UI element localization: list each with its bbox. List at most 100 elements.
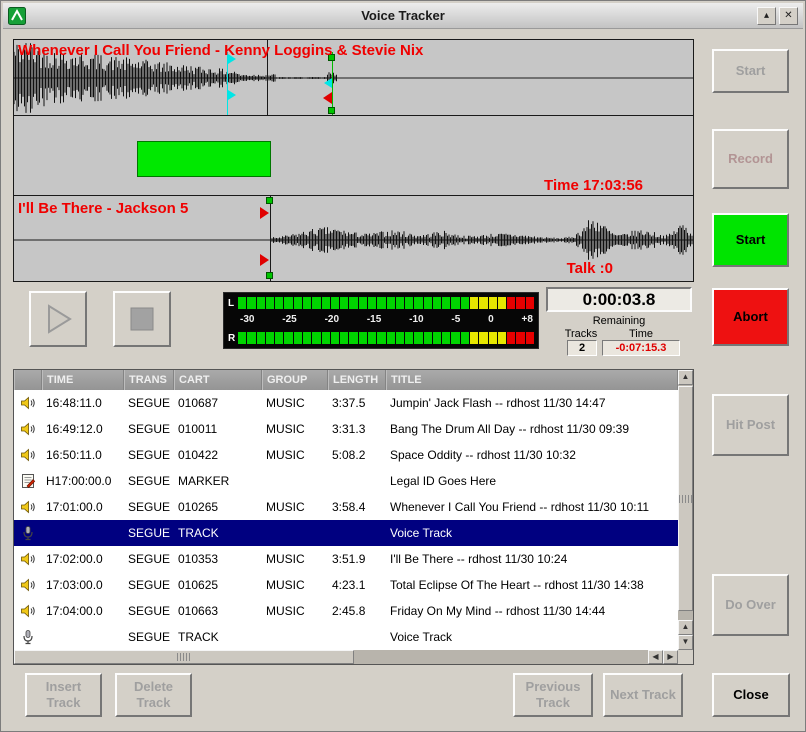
remaining-label: Remaining xyxy=(546,315,692,327)
cell-title: Voice Track xyxy=(386,526,678,540)
start-track2-button[interactable]: Start xyxy=(712,213,789,267)
row-type-icon xyxy=(14,390,42,416)
segue-marker-icon[interactable] xyxy=(323,92,332,104)
log-row[interactable]: 16:48:11.0 SEGUE 010687 MUSIC 3:37.5 Jum… xyxy=(14,390,678,416)
log-row[interactable]: H17:00:00.0 SEGUE MARKER Legal ID Goes H… xyxy=(14,468,678,494)
cell-title: Jumpin' Jack Flash -- rdhost 11/30 14:47 xyxy=(386,396,678,410)
abort-button[interactable]: Abort xyxy=(712,288,789,346)
meter-segment xyxy=(387,297,395,309)
speaker-icon xyxy=(20,499,36,515)
meter-segment xyxy=(498,332,506,344)
start-handle[interactable] xyxy=(266,272,273,279)
meter-segment xyxy=(414,297,422,309)
stop-button[interactable] xyxy=(113,291,171,347)
cell-group: MUSIC xyxy=(262,604,328,618)
header-title[interactable]: TITLE xyxy=(386,370,678,390)
meter-segment xyxy=(451,332,459,344)
hit-post-button[interactable]: Hit Post xyxy=(712,394,789,456)
scroll-left-icon[interactable]: ◀ xyxy=(648,650,663,664)
meter-segment xyxy=(516,332,524,344)
meter-scale: -30-25-20-15-10-50+8 xyxy=(240,314,533,328)
meter-segment xyxy=(461,332,469,344)
fade-arrow-icon[interactable] xyxy=(228,90,236,100)
log-row[interactable]: SEGUE TRACK Voice Track xyxy=(14,624,678,650)
track1-waveform-panel[interactable]: Whenever I Call You Friend - Kenny Loggi… xyxy=(14,40,693,116)
insert-track-button[interactable]: Insert Track xyxy=(25,673,102,717)
cell-group: MUSIC xyxy=(262,500,328,514)
scroll-right-icon[interactable]: ▶ xyxy=(663,650,678,664)
header-group[interactable]: GROUP xyxy=(262,370,328,390)
meter-segment xyxy=(368,332,376,344)
start-marker-icon[interactable] xyxy=(260,207,269,219)
log-row[interactable]: 17:01:00.0 SEGUE 010265 MUSIC 3:58.4 Whe… xyxy=(14,494,678,520)
row-type-icon xyxy=(14,468,42,494)
cell-cart: 010422 xyxy=(174,448,262,462)
log-row[interactable]: 17:04:00.0 SEGUE 010663 MUSIC 2:45.8 Fri… xyxy=(14,598,678,624)
start-marker-icon[interactable] xyxy=(260,254,269,266)
log-row[interactable]: 16:49:12.0 SEGUE 010011 MUSIC 3:31.3 Ban… xyxy=(14,416,678,442)
titlebar[interactable]: Voice Tracker ▴ ✕ xyxy=(3,3,803,29)
row-type-icon xyxy=(14,416,42,442)
meter-left-segments xyxy=(238,297,534,309)
meter-segment xyxy=(359,332,367,344)
meter-segment xyxy=(340,297,348,309)
header-trans[interactable]: TRANS xyxy=(124,370,174,390)
voicetrack-panel[interactable]: Time 17:03:56 xyxy=(14,116,693,196)
track2-start-line[interactable] xyxy=(270,196,271,281)
start-handle[interactable] xyxy=(328,107,335,114)
log-row[interactable]: 17:03:00.0 SEGUE 010625 MUSIC 4:23.1 Tot… xyxy=(14,572,678,598)
cell-length: 4:23.1 xyxy=(328,578,386,592)
meter-scale-tick: -5 xyxy=(451,314,460,328)
meter-segment xyxy=(284,297,292,309)
start-handle[interactable] xyxy=(266,197,273,204)
scroll-up-icon[interactable]: ▲ xyxy=(678,370,693,385)
record-button[interactable]: Record xyxy=(712,129,789,189)
cell-title: Total Eclipse Of The Heart -- rdhost 11/… xyxy=(386,578,678,592)
cell-title: Legal ID Goes Here xyxy=(386,474,678,488)
meter-segment xyxy=(303,332,311,344)
fade-arrow-icon[interactable] xyxy=(324,78,332,88)
track2-waveform-panel[interactable]: I'll Be There - Jackson 5 Talk :0 xyxy=(14,196,693,281)
next-track-button[interactable]: Next Track xyxy=(603,673,683,717)
voicetrack-region[interactable] xyxy=(137,141,271,177)
track2-title: I'll Be There - Jackson 5 xyxy=(18,200,188,217)
cell-trans: SEGUE xyxy=(124,526,174,540)
horizontal-scrollbar-thumb[interactable] xyxy=(14,650,354,664)
meter-right-segments xyxy=(238,332,534,344)
row-type-icon xyxy=(14,520,42,546)
play-icon xyxy=(41,302,75,336)
vertical-scrollbar[interactable]: ▲ ▲ ▼ xyxy=(678,370,693,650)
header-time[interactable]: TIME xyxy=(42,370,124,390)
meter-segment xyxy=(526,297,534,309)
vertical-scrollbar-thumb[interactable] xyxy=(678,386,693,611)
start-track1-button[interactable]: Start xyxy=(712,49,789,93)
meter-segment xyxy=(294,297,302,309)
log-row[interactable]: SEGUE TRACK Voice Track xyxy=(14,520,678,546)
do-over-button[interactable]: Do Over xyxy=(712,574,789,636)
horizontal-scrollbar[interactable]: ◀ ▶ xyxy=(14,650,678,664)
scroll-down-icon[interactable]: ▼ xyxy=(678,635,693,650)
log-row[interactable]: 16:50:11.0 SEGUE 010422 MUSIC 5:08.2 Spa… xyxy=(14,442,678,468)
close-icon[interactable]: ✕ xyxy=(779,7,798,25)
shade-icon[interactable]: ▴ xyxy=(757,7,776,25)
cell-cart: 010265 xyxy=(174,500,262,514)
meter-segment xyxy=(479,332,487,344)
scroll-up-icon[interactable]: ▲ xyxy=(678,620,693,635)
track-start-line[interactable] xyxy=(332,52,333,115)
play-button[interactable] xyxy=(29,291,87,347)
delete-track-button[interactable]: Delete Track xyxy=(115,673,192,717)
talk-label: Talk :0 xyxy=(567,260,613,277)
meter-segment xyxy=(470,297,478,309)
remaining-time-label: Time xyxy=(613,328,669,340)
meter-segment xyxy=(247,297,255,309)
cell-length: 3:31.3 xyxy=(328,422,386,436)
previous-track-button[interactable]: Previous Track xyxy=(513,673,593,717)
log-row[interactable]: 17:02:00.0 SEGUE 010353 MUSIC 3:51.9 I'l… xyxy=(14,546,678,572)
header-length[interactable]: LENGTH xyxy=(328,370,386,390)
cell-title: Space Oddity -- rdhost 11/30 10:32 xyxy=(386,448,678,462)
header-cart[interactable]: CART xyxy=(174,370,262,390)
cell-group: MUSIC xyxy=(262,578,328,592)
close-button[interactable]: Close xyxy=(712,673,790,717)
cell-time: 16:48:11.0 xyxy=(42,396,124,410)
cell-title: I'll Be There -- rdhost 11/30 10:24 xyxy=(386,552,678,566)
